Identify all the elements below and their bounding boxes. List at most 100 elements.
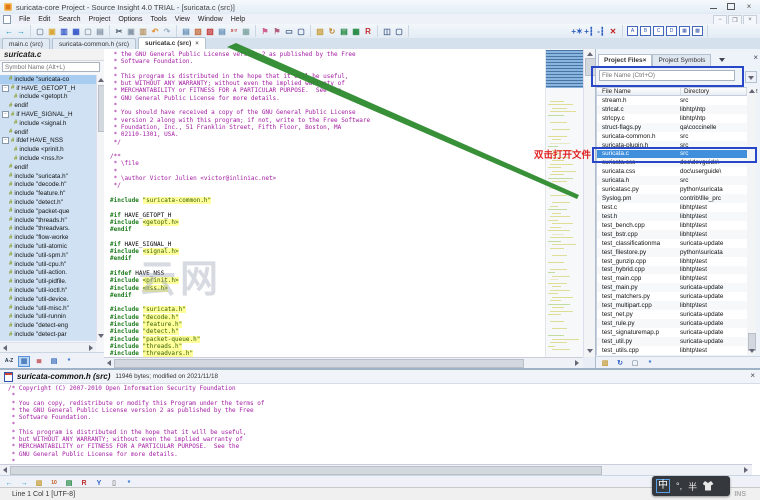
new-file-icon[interactable]: ▢ xyxy=(34,26,46,37)
contents-icon[interactable]: ▤ xyxy=(338,26,350,37)
expander-icon[interactable]: − xyxy=(2,85,9,92)
symbol-item[interactable]: #include "util-atomic xyxy=(0,242,96,251)
file-list-scrollbar[interactable] xyxy=(747,87,756,355)
file-row[interactable]: test.clibhtp\test xyxy=(597,203,748,212)
menu-view[interactable]: View xyxy=(171,16,194,23)
symbol-search-input[interactable] xyxy=(2,62,100,72)
symbol-item[interactable]: #include <nss.h> xyxy=(0,154,96,163)
search-backward-icon[interactable]: ▧ xyxy=(204,26,216,37)
editor-overview-strip[interactable] xyxy=(545,49,584,357)
context-horizontal-scrollbar[interactable] xyxy=(0,464,752,475)
file-row[interactable]: test_matchers.pysuricata-update xyxy=(597,292,748,301)
context-window-header[interactable]: suricata-common.h (src) 11946 bytes; mod… xyxy=(0,370,760,384)
ime-punctuation-icon[interactable]: °, xyxy=(676,481,682,491)
file-row[interactable]: test_filestore.pypython\suricata xyxy=(597,248,748,257)
ime-language-icon[interactable]: 中 xyxy=(656,479,670,493)
expander-icon[interactable]: − xyxy=(2,137,9,144)
editor-horizontal-scrollbar[interactable] xyxy=(104,357,583,368)
file-row[interactable]: test_bench.cpplibhtp\test xyxy=(597,221,748,230)
new-window-icon[interactable]: ▢ xyxy=(295,26,307,37)
symbol-item[interactable]: #include "util-cpu.h" xyxy=(0,260,96,269)
file-row[interactable]: test_gunzip.cpplibhtp\test xyxy=(597,257,748,266)
symbol-item[interactable]: −#ifdef HAVE_NSS xyxy=(0,137,96,146)
panel-close-icon[interactable]: × xyxy=(753,53,758,62)
code-editor[interactable]: * the GNU General Public License version… xyxy=(104,49,545,357)
menu-window[interactable]: Window xyxy=(194,16,227,23)
file-row[interactable]: test_signaturemap.psuricata-update xyxy=(597,328,748,337)
close-button[interactable]: × xyxy=(740,1,758,12)
file-row[interactable]: strlcat.clibhtp\htp xyxy=(597,105,748,114)
file-row[interactable]: test_bstr.cpplibhtp\test xyxy=(597,230,748,239)
symbol-item[interactable]: #endif xyxy=(0,128,96,137)
browse-symbols-icon[interactable]: ▦ xyxy=(240,26,252,37)
symbol-item[interactable]: #include <signal.h xyxy=(0,119,96,128)
tab-main.c[interactable]: main.c (src) xyxy=(2,38,50,49)
symbol-item[interactable]: #endif xyxy=(0,101,96,110)
clear-flags-icon[interactable]: ⚑ xyxy=(271,26,283,37)
symbol-item[interactable]: #include "threads.h" xyxy=(0,216,96,225)
file-options-icon[interactable]: * xyxy=(644,358,656,369)
expander-icon[interactable]: − xyxy=(2,111,9,118)
symbol-item[interactable]: #include "packet-que xyxy=(0,207,96,216)
file-row[interactable]: test_net.pysuricata-update xyxy=(597,310,748,319)
save-icon[interactable]: ▥ xyxy=(58,26,70,37)
preview-icon[interactable]: ▤ xyxy=(48,356,60,367)
panel-tab-dropdown[interactable] xyxy=(714,54,730,65)
symbol-item[interactable]: #include "decode.h" xyxy=(0,181,96,190)
symbol-item[interactable]: #include <prinit.h xyxy=(0,145,96,154)
file-search-combo-button[interactable] xyxy=(745,71,757,83)
refresh-icon[interactable]: ↻ xyxy=(614,358,626,369)
ime-toolbar[interactable]: 中 °, 半 xyxy=(652,476,730,496)
symbol-options-icon[interactable]: * xyxy=(63,356,75,367)
chip-b-icon[interactable]: B xyxy=(640,26,651,36)
copy-icon[interactable]: ▣ xyxy=(125,26,137,37)
column-directory[interactable]: Directory xyxy=(681,88,747,95)
file-row[interactable]: test_rule.pysuricata-update xyxy=(597,319,748,328)
symbol-item[interactable]: #include "detect-eng xyxy=(0,321,96,330)
delete-icon[interactable]: ✕ xyxy=(607,26,619,37)
symbol-item[interactable]: −#if HAVE_GETOPT_H xyxy=(0,84,96,93)
symbol-list-hscrollbar[interactable] xyxy=(0,342,96,352)
forward-icon[interactable]: → xyxy=(15,26,27,37)
ime-width-icon[interactable]: 半 xyxy=(688,480,697,493)
redo-icon[interactable]: ↷ xyxy=(161,26,173,37)
ime-skin-icon[interactable] xyxy=(703,481,714,491)
file-row[interactable]: suricata.cssdoc\userguide\ xyxy=(597,167,748,176)
full-window-icon[interactable]: ▢ xyxy=(393,26,405,37)
menu-edit[interactable]: Edit xyxy=(34,16,54,23)
symbol-item[interactable]: #include "threadvars. xyxy=(0,225,96,234)
r-script-icon[interactable]: R xyxy=(362,26,374,37)
symbol-item[interactable]: #include "util-spm.h" xyxy=(0,251,96,260)
undo-icon[interactable]: ↶ xyxy=(149,26,161,37)
file-row[interactable]: test_classificationmasuricata-update xyxy=(597,239,748,248)
group-types-icon[interactable]: ≣ xyxy=(33,356,45,367)
symbol-item[interactable]: #include "detect.h" xyxy=(0,198,96,207)
az-sort-icon[interactable]: A-Z xyxy=(3,356,15,367)
maximize-button[interactable] xyxy=(722,1,740,12)
symbol-item[interactable]: #include "util-ioctl.h" xyxy=(0,286,96,295)
cut-icon[interactable]: ✂ xyxy=(113,26,125,37)
help-index-icon[interactable]: ▦ xyxy=(350,26,362,37)
file-row[interactable]: test_utils.cpplibhtp\test xyxy=(597,346,748,355)
file-row[interactable]: test_main.pysuricata-update xyxy=(597,283,748,292)
chip-e-icon[interactable]: ▦ xyxy=(679,26,690,36)
context-close-icon[interactable]: × xyxy=(750,371,755,380)
symbol-item[interactable]: #include "suricata.h" xyxy=(0,172,96,181)
tab-suricata-common.h[interactable]: suricata-common.h (src) xyxy=(52,38,136,49)
file-row[interactable]: suricata-common.hsrc xyxy=(597,132,748,141)
print-icon[interactable]: ▤ xyxy=(94,26,106,37)
symbol-item[interactable]: #include "flow-worke xyxy=(0,233,96,242)
mdi-document-icon[interactable] xyxy=(3,15,11,24)
symbol-item[interactable]: #endif xyxy=(0,163,96,172)
symbol-item[interactable]: #include <getopt.h xyxy=(0,93,96,102)
overview-visible-region[interactable] xyxy=(546,50,583,88)
file-row[interactable]: suricata.hsrc xyxy=(597,176,748,185)
chip-f-icon[interactable]: ▩ xyxy=(692,26,703,36)
sync-files-icon[interactable]: ▧ xyxy=(599,358,611,369)
menu-project[interactable]: Project xyxy=(85,16,115,23)
chip-a-icon[interactable]: A xyxy=(627,26,638,36)
symbol-item[interactable]: #include "detect-par xyxy=(0,330,96,339)
file-row[interactable]: test_main.cpplibhtp\test xyxy=(597,274,748,283)
panel-tab-close-icon[interactable]: × xyxy=(643,57,647,64)
column-file-name[interactable]: File Name xyxy=(597,88,681,95)
